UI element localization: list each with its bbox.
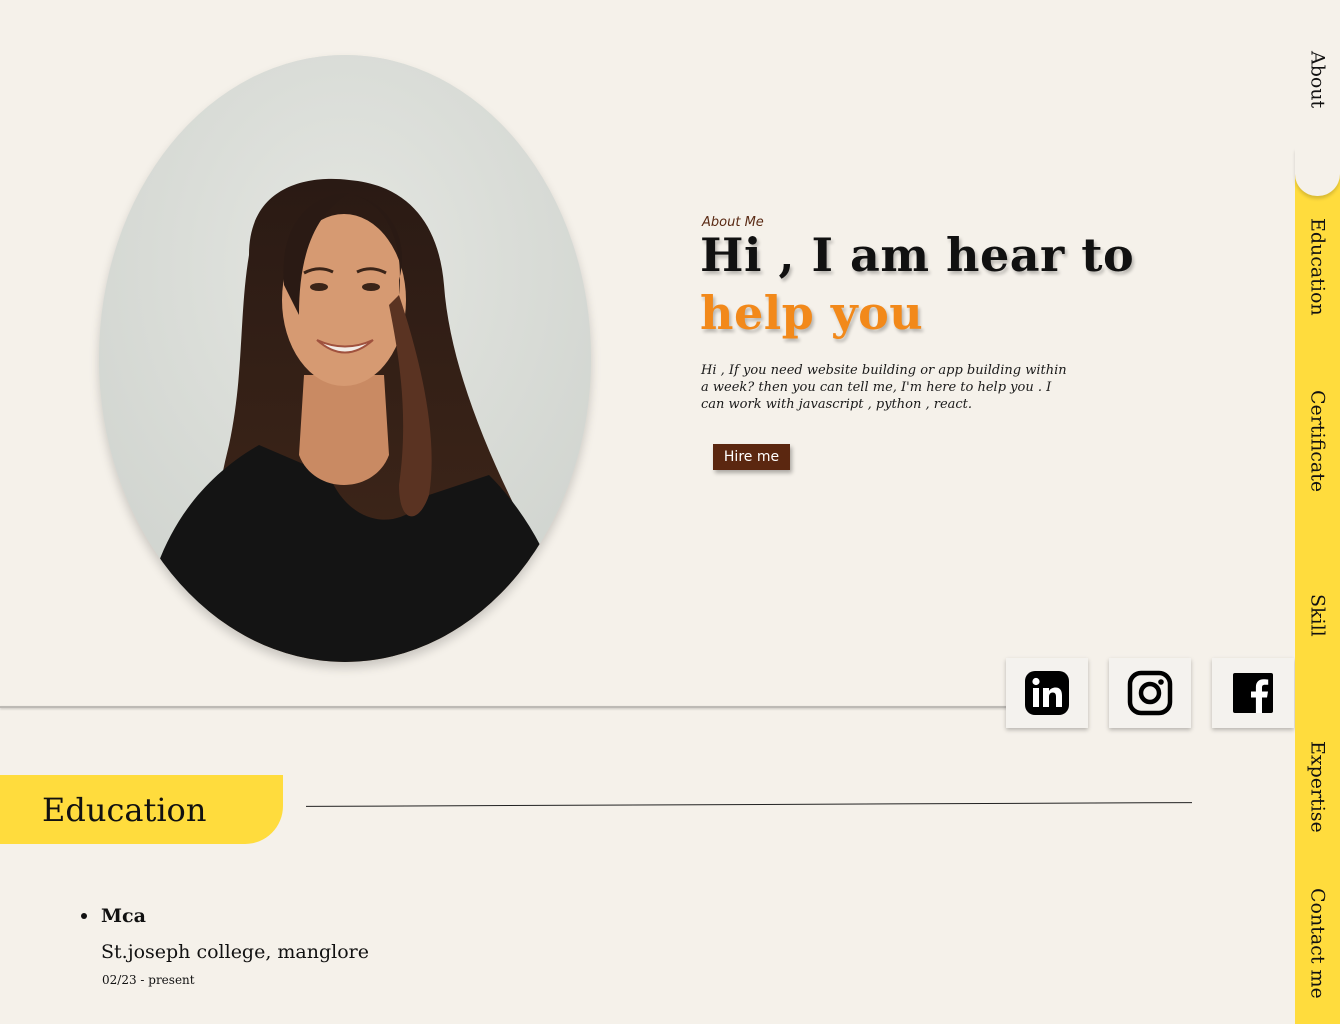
linkedin-link[interactable] [1006, 658, 1088, 728]
education-title: Education [42, 790, 207, 829]
headline-line-2: help you [700, 286, 924, 340]
hire-me-button[interactable]: Hire me [713, 444, 790, 470]
linkedin-icon [1025, 671, 1069, 715]
hero-divider [0, 706, 1010, 708]
intro-text: Hi , If you need website building or app… [701, 363, 1067, 412]
profile-photo [99, 55, 591, 662]
nav-tab-label: Expertise [1306, 741, 1329, 833]
page-title: Hi , I am hear to help you [700, 226, 1134, 342]
facebook-icon [1233, 673, 1273, 713]
nav-tab-expertise[interactable]: Expertise [1295, 690, 1340, 884]
nav-tab-certificate[interactable]: Certificate [1295, 342, 1340, 540]
bullet-icon [81, 913, 87, 919]
study-period: 02/23 - present [102, 973, 195, 987]
education-heading-banner: Education [0, 775, 283, 844]
nav-tab-about[interactable]: About [1295, 0, 1340, 160]
education-list: Mca St.joseph college, manglore 02/23 - … [80, 902, 369, 987]
nav-tab-label: About [1306, 51, 1329, 109]
nav-tab-label: Skill [1306, 593, 1329, 637]
institution-name: St.joseph college, manglore [101, 941, 370, 963]
degree-name: Mca [101, 905, 146, 927]
nav-active-cap [1295, 148, 1340, 196]
nav-tab-label: Contact me [1306, 887, 1329, 999]
side-navigation: About Education Certificate Skill Expert… [1295, 0, 1340, 1024]
section-divider [306, 802, 1192, 807]
facebook-link[interactable] [1212, 658, 1294, 728]
nav-tab-label: Education [1306, 218, 1329, 316]
headline-line-1: Hi , I am hear to [700, 228, 1135, 282]
nav-tab-skill[interactable]: Skill [1295, 518, 1340, 712]
instagram-link[interactable] [1109, 658, 1191, 728]
instagram-icon [1127, 670, 1173, 716]
nav-tab-education[interactable]: Education [1295, 170, 1340, 364]
nav-tab-contact[interactable]: Contact me [1295, 862, 1340, 1024]
list-item: Mca St.joseph college, manglore 02/23 - … [80, 902, 369, 987]
nav-tab-label: Certificate [1306, 389, 1329, 493]
